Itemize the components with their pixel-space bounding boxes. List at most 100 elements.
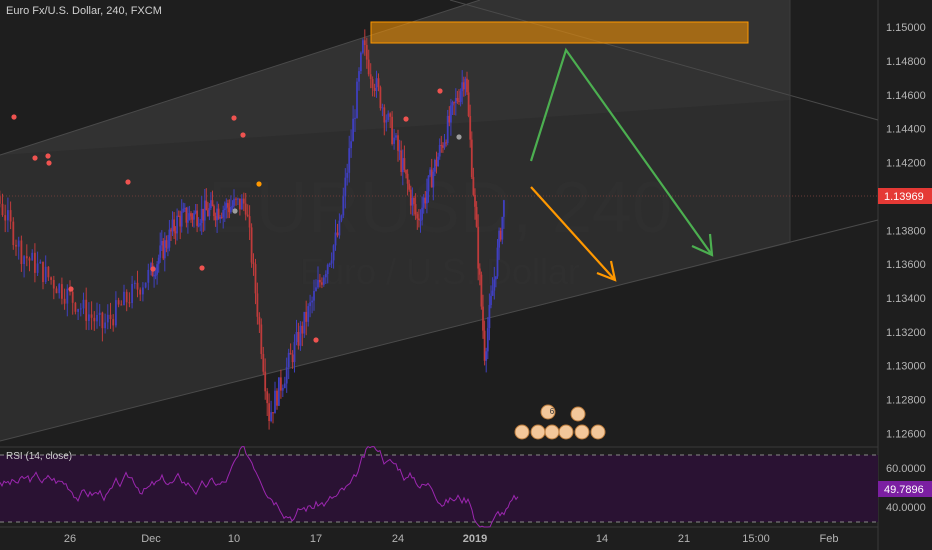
candle-body: [488, 305, 491, 329]
candle-body: [398, 150, 401, 152]
candle-body: [199, 223, 202, 226]
candle-body: [39, 261, 42, 264]
candle-body: [242, 198, 245, 204]
candle-body: [276, 390, 278, 406]
event-icon[interactable]: [544, 424, 560, 440]
candle-body: [115, 300, 117, 326]
swing-dot: [11, 114, 17, 120]
swing-dot: [232, 208, 238, 214]
candle-body: [227, 203, 229, 208]
price-tick: 1.14800: [886, 56, 926, 68]
candle-body: [163, 240, 166, 259]
candle-body: [469, 116, 472, 140]
candle-body: [270, 412, 272, 421]
candle-body: [490, 295, 492, 305]
candle-body: [411, 197, 414, 206]
swing-dot: [456, 134, 462, 140]
event-count: 6: [550, 407, 555, 416]
candle-body: [373, 88, 376, 91]
candle-body: [120, 304, 123, 306]
candle-body: [258, 316, 261, 325]
candle-body: [482, 306, 484, 331]
candle-body: [409, 189, 412, 206]
resistance-zone[interactable]: [370, 21, 749, 44]
candle-body: [281, 388, 284, 391]
candle-body: [416, 214, 419, 219]
candle-body: [280, 377, 282, 391]
candle-body: [419, 219, 422, 221]
chart-canvas[interactable]: EURUSD, 240 Euro / U.S. Dollar 6 1.15000…: [0, 0, 932, 550]
price-tick: 1.14600: [886, 90, 926, 102]
candle-body: [61, 284, 63, 299]
price-tick: 1.12600: [886, 429, 926, 441]
candle-body: [299, 325, 302, 346]
candle-body: [332, 245, 335, 261]
candle-body: [324, 274, 327, 278]
candle-body: [326, 264, 329, 274]
candle-body: [429, 169, 431, 176]
candle-body: [305, 311, 308, 322]
candle-body: [79, 308, 82, 310]
candle-body: [157, 257, 160, 265]
candle-body: [346, 172, 349, 178]
candle-body: [503, 200, 505, 217]
event-icon[interactable]: [574, 424, 590, 440]
candle-body: [239, 198, 241, 210]
candle-body: [55, 288, 58, 294]
candle-body: [344, 177, 347, 197]
event-icon[interactable]: [558, 424, 574, 440]
price-axis[interactable]: 1.15000 1.14800 1.14600 1.14400 1.14200 1.138…: [886, 22, 926, 440]
time-axis[interactable]: 26 Dec 10 17 24 2019 14 21 15:00 Feb: [64, 533, 839, 545]
candle-body: [422, 197, 425, 208]
time-tick: 24: [392, 533, 404, 545]
candle-body: [295, 332, 298, 343]
candle-body: [50, 277, 52, 280]
candle-body: [458, 100, 460, 102]
event-icon[interactable]: [530, 424, 546, 440]
candle-body: [459, 91, 462, 102]
candle-body: [197, 225, 200, 227]
candle-body: [231, 205, 234, 207]
event-icon[interactable]: [570, 406, 586, 422]
price-tick: 1.13200: [886, 327, 926, 339]
price-tick: 1.13600: [886, 259, 926, 271]
candle-body: [297, 332, 300, 346]
candle-body: [464, 78, 467, 90]
candle-body: [208, 208, 211, 217]
candle-body: [387, 113, 390, 120]
candle-body: [414, 204, 417, 215]
candle-body: [285, 367, 288, 384]
event-icon[interactable]: [590, 424, 606, 440]
candle-body: [483, 330, 486, 361]
candle-body: [438, 145, 441, 157]
candle-body: [200, 208, 203, 224]
candle-body: [434, 160, 436, 172]
candle-body: [112, 319, 115, 326]
candle-body: [235, 198, 237, 200]
event-icon[interactable]: [514, 424, 530, 440]
candle-body: [448, 115, 451, 123]
candle-body: [165, 240, 168, 248]
candle-body: [223, 208, 226, 210]
candle-body: [418, 218, 420, 221]
candle-body: [330, 260, 333, 264]
candle-body: [82, 299, 85, 309]
candle-body: [493, 279, 496, 291]
candle-body: [252, 262, 255, 265]
candle-body: [303, 311, 306, 334]
candle-body: [443, 142, 446, 148]
candle-body: [309, 302, 311, 307]
candle-body: [363, 40, 366, 45]
candle-body: [93, 317, 96, 322]
swing-dot: [403, 116, 409, 122]
candle-body: [28, 258, 31, 261]
rsi-band: [0, 455, 878, 522]
candle-body: [367, 59, 370, 75]
candle-body: [225, 203, 228, 209]
swing-dot: [231, 115, 237, 121]
candle-body: [254, 264, 257, 294]
candle-body: [315, 287, 317, 291]
candle-body: [272, 412, 274, 414]
candle-body: [264, 371, 267, 392]
rsi-tick-60: 60.0000: [886, 463, 926, 475]
